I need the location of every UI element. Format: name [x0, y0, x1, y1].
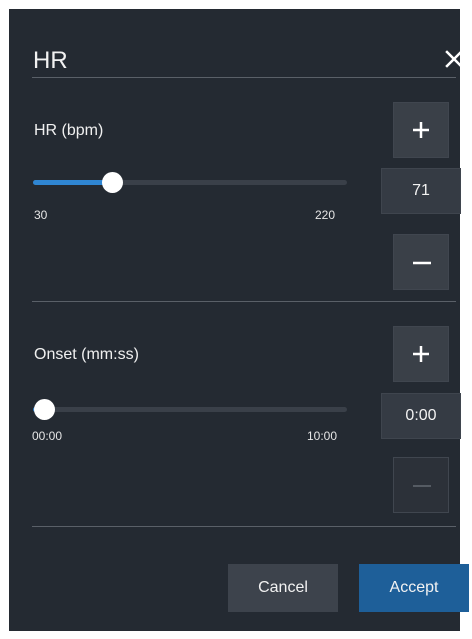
- footer-divider: [32, 526, 456, 527]
- hr-slider[interactable]: [33, 172, 347, 193]
- accept-button[interactable]: Accept: [359, 564, 469, 612]
- onset-decrement-button: [393, 457, 449, 513]
- plus-icon: [413, 122, 429, 138]
- onset-slider[interactable]: [33, 399, 347, 420]
- onset-slider-handle[interactable]: [34, 399, 55, 420]
- hr-increment-button[interactable]: [393, 102, 449, 158]
- hr-dialog: HR HR (bpm) 30 220 71 Onset (mm:ss) 00:0…: [9, 9, 469, 631]
- hr-max-label: 220: [315, 208, 336, 222]
- hr-value-field[interactable]: 71: [381, 168, 461, 214]
- close-icon[interactable]: [438, 43, 470, 75]
- hr-slider-handle[interactable]: [102, 172, 123, 193]
- minus-icon: [413, 485, 431, 487]
- plus-icon: [413, 346, 429, 362]
- dialog-title: HR: [33, 47, 68, 74]
- hr-min-label: 30: [34, 208, 48, 222]
- onset-value-field[interactable]: 0:00: [381, 393, 461, 439]
- section-divider: [32, 301, 456, 302]
- hr-decrement-button[interactable]: [393, 234, 449, 290]
- cancel-button[interactable]: Cancel: [228, 564, 338, 612]
- onset-label: Onset (mm:ss): [34, 346, 139, 363]
- onset-increment-button[interactable]: [393, 326, 449, 382]
- onset-max-label: 10:00: [307, 429, 338, 443]
- minus-icon: [413, 261, 431, 265]
- hr-label: HR (bpm): [34, 122, 104, 139]
- title-divider: [32, 77, 456, 78]
- hr-slider-fill: [33, 180, 112, 185]
- onset-min-label: 00:00: [32, 429, 63, 443]
